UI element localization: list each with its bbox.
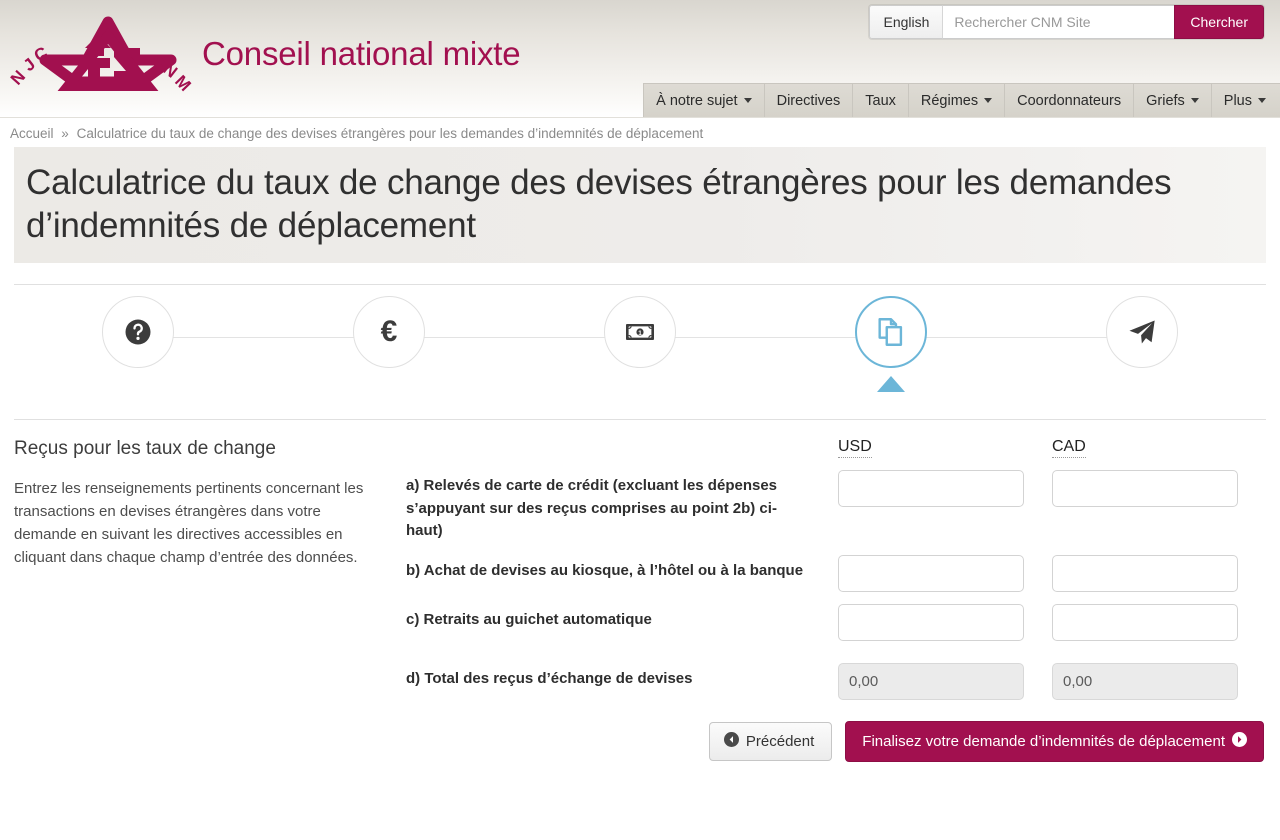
search-input[interactable] xyxy=(942,5,1175,39)
utility-bar: English Chercher xyxy=(869,5,1264,39)
nav-item-coordonnateurs[interactable]: Coordonnateurs xyxy=(1004,83,1134,117)
input-c-usd[interactable] xyxy=(838,603,1024,641)
breadcrumb: Accueil » Calculatrice du taux de change… xyxy=(0,118,1280,147)
page-title: Calculatrice du taux de change des devis… xyxy=(26,163,1172,246)
copy-documents-icon xyxy=(874,315,908,349)
language-toggle-button[interactable]: English xyxy=(869,5,943,39)
input-total-usd xyxy=(838,662,1024,700)
step-5-submit[interactable] xyxy=(1106,296,1178,369)
finalize-claim-button[interactable]: Finalisez votre demande d’indemnités de … xyxy=(845,720,1264,762)
input-total-cad xyxy=(1052,662,1238,700)
step-3-money[interactable]: 1 xyxy=(604,296,676,369)
currency-header-cad[interactable]: CAD xyxy=(1052,438,1086,459)
breadcrumb-home-link[interactable]: Accueil xyxy=(10,126,54,141)
intro-paragraph: Entrez les renseignements pertinents con… xyxy=(14,480,364,566)
section-heading: Reçus pour les taux de change xyxy=(14,438,276,460)
field-slot-b-usd xyxy=(838,554,1052,592)
brand-name: Conseil national mixte xyxy=(202,35,521,72)
form-row-b: b) Achat de devises au kiosque, à l’hôte… xyxy=(406,554,1266,592)
active-step-pointer xyxy=(877,376,905,393)
nav-item-plus[interactable]: Plus xyxy=(1210,83,1280,117)
svg-text:N: N xyxy=(8,67,29,89)
step-1-help[interactable] xyxy=(102,296,174,369)
row-label-a: a) Relevés de carte de crédit (excluant … xyxy=(406,477,778,540)
input-b-usd[interactable] xyxy=(838,554,1024,592)
nav-label: Directives xyxy=(776,92,841,109)
page-title-band: Calculatrice du taux de change des devis… xyxy=(14,147,1266,264)
nav-item-directives[interactable]: Directives xyxy=(763,83,853,117)
currency-column-headers: USD CAD xyxy=(838,438,1266,459)
form-row-d-total: d) Total des reçus d’échange de devises xyxy=(406,662,1266,700)
arrow-circle-left-icon xyxy=(723,731,739,751)
njc-cnm-logo[interactable]: N J C C N M xyxy=(7,8,204,100)
money-bill-icon: 1 xyxy=(625,320,655,344)
nav-label: Coordonnateurs xyxy=(1017,92,1122,109)
row-label-c: c) Retraits au guichet automatique xyxy=(406,610,652,628)
arrow-circle-right-icon xyxy=(1232,731,1247,751)
step-2-currency[interactable]: € xyxy=(353,296,425,369)
field-slot-d-usd xyxy=(838,662,1052,700)
receipts-form: USD CAD a) Relevés de carte de crédit (e… xyxy=(406,438,1266,762)
currency-header-slot-usd: USD xyxy=(838,438,1052,459)
chevron-down-icon xyxy=(1258,98,1266,103)
main-content: Reçus pour les taux de change Entrez les… xyxy=(14,420,1266,762)
field-slot-b-cad xyxy=(1052,554,1266,592)
field-slot-c-usd xyxy=(838,603,1052,641)
nav-label: Griefs xyxy=(1146,92,1185,109)
nav-item-a-notre-sujet[interactable]: À notre sujet xyxy=(643,83,764,117)
euro-sign-icon: € xyxy=(380,315,398,349)
breadcrumb-current: Calculatrice du taux de change des devis… xyxy=(76,126,704,141)
svg-text:M: M xyxy=(171,72,195,95)
chevron-down-icon xyxy=(984,98,993,103)
nav-label: Taux xyxy=(865,92,896,109)
currency-header-slot-cad: CAD xyxy=(1052,438,1266,459)
main-navigation: À notre sujet Directives Taux Régimes Co… xyxy=(643,83,1280,117)
form-row-a: a) Relevés de carte de crédit (excluant … xyxy=(406,470,1266,543)
row-label-d: d) Total des reçus d’échange de devises xyxy=(406,669,693,687)
field-slot-a-cad xyxy=(1052,470,1266,508)
chevron-down-icon xyxy=(1190,98,1199,103)
field-slot-d-cad xyxy=(1052,662,1266,700)
nav-label: À notre sujet xyxy=(656,92,738,109)
logo-svg: N J C C N M xyxy=(7,16,195,95)
field-slot-a-usd xyxy=(838,470,1052,508)
nav-label: Régimes xyxy=(920,92,979,109)
field-slot-c-cad xyxy=(1052,603,1266,641)
previous-button-label: Précédent xyxy=(745,732,815,750)
nav-item-taux[interactable]: Taux xyxy=(852,83,908,117)
form-row-c: c) Retraits au guichet automatique xyxy=(406,603,1266,641)
paper-plane-icon xyxy=(1126,316,1158,348)
finalize-button-label: Finalisez votre demande d’indemnités de … xyxy=(862,732,1225,750)
input-b-cad[interactable] xyxy=(1052,554,1238,592)
input-a-cad[interactable] xyxy=(1052,470,1238,508)
nav-item-griefs[interactable]: Griefs xyxy=(1133,83,1211,117)
site-header: N J C C N M Conseil national mixte Engli… xyxy=(0,0,1280,118)
progress-stepper: € 1 xyxy=(14,285,1266,421)
nav-label: Plus xyxy=(1223,92,1252,109)
row-label-b: b) Achat de devises au kiosque, à l’hôte… xyxy=(406,561,804,579)
form-actions: Précédent Finalisez votre demande d’inde… xyxy=(406,712,1264,762)
chevron-down-icon xyxy=(743,98,752,103)
brand[interactable]: N J C C N M Conseil national mixte xyxy=(7,8,521,100)
step-4-receipts-active[interactable] xyxy=(855,296,927,393)
input-a-usd[interactable] xyxy=(838,470,1024,508)
nav-item-regimes[interactable]: Régimes xyxy=(907,83,1005,117)
previous-button[interactable]: Précédent xyxy=(708,721,833,761)
question-circle-icon xyxy=(123,317,153,347)
intro-column: Reçus pour les taux de change Entrez les… xyxy=(14,438,406,762)
svg-text:1: 1 xyxy=(638,330,642,337)
input-c-cad[interactable] xyxy=(1052,603,1238,641)
currency-header-usd[interactable]: USD xyxy=(838,438,872,459)
search-submit-button[interactable]: Chercher xyxy=(1174,5,1264,39)
breadcrumb-separator: » xyxy=(61,126,69,141)
